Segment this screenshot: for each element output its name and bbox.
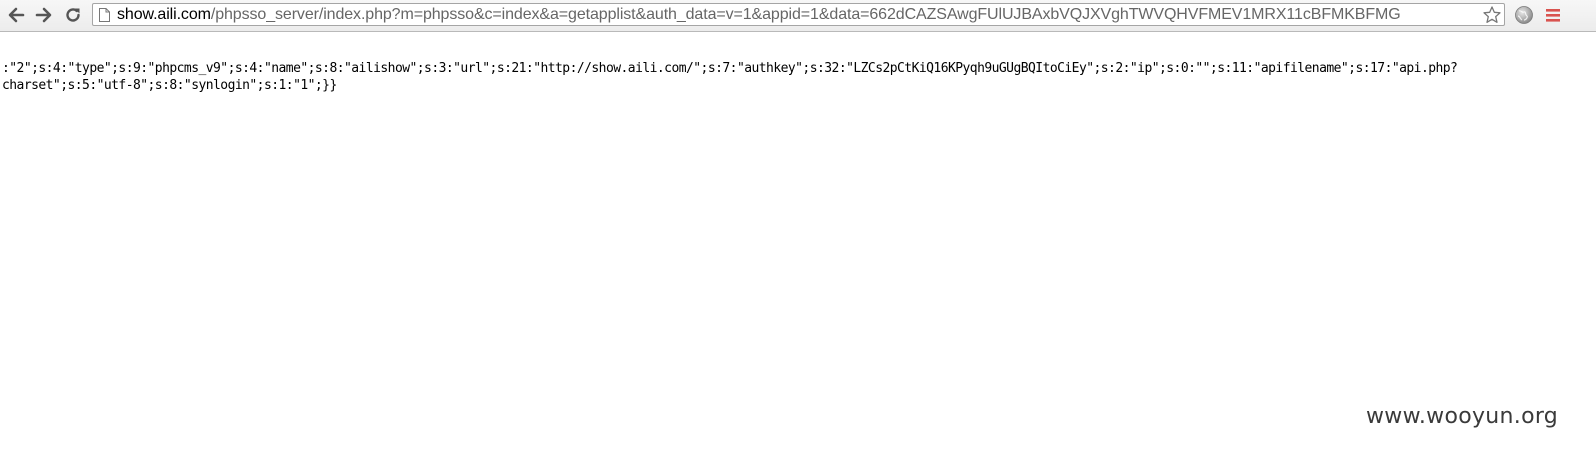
response-text-line: charset";s:5:"utf-8";s:8:"synlogin";s:1:… — [2, 78, 337, 93]
bookmark-star-button[interactable] — [1482, 5, 1502, 25]
forward-arrow-icon — [35, 7, 52, 23]
browser-toolbar: show.aili.com/phpsso_server/index.php?m=… — [0, 0, 1596, 32]
globe-icon — [1515, 6, 1533, 24]
url-text[interactable]: show.aili.com/phpsso_server/index.php?m=… — [117, 6, 1401, 24]
reload-icon — [66, 8, 80, 22]
reload-button[interactable] — [63, 5, 83, 25]
page-content: :"2";s:4:"type";s:9:"phpcms_v9";s:4:"nam… — [0, 32, 1596, 455]
response-text-line: :"2";s:4:"type";s:9:"phpcms_v9";s:4:"nam… — [2, 61, 1458, 76]
menu-button[interactable] — [1545, 6, 1561, 24]
menu-icon — [1546, 9, 1560, 22]
address-bar[interactable]: show.aili.com/phpsso_server/index.php?m=… — [92, 3, 1505, 26]
watermark: www.wooyun.org — [1366, 404, 1559, 429]
back-arrow-icon — [8, 7, 25, 23]
back-button[interactable] — [6, 5, 26, 25]
extension-button[interactable] — [1514, 5, 1534, 25]
browser-window: show.aili.com/phpsso_server/index.php?m=… — [0, 0, 1596, 455]
url-path: /phpsso_server/index.php?m=phpsso&c=inde… — [210, 6, 1401, 23]
page-icon — [99, 8, 110, 22]
url-host: show.aili.com — [117, 6, 211, 23]
forward-button[interactable] — [34, 5, 54, 25]
star-icon — [1483, 6, 1501, 23]
